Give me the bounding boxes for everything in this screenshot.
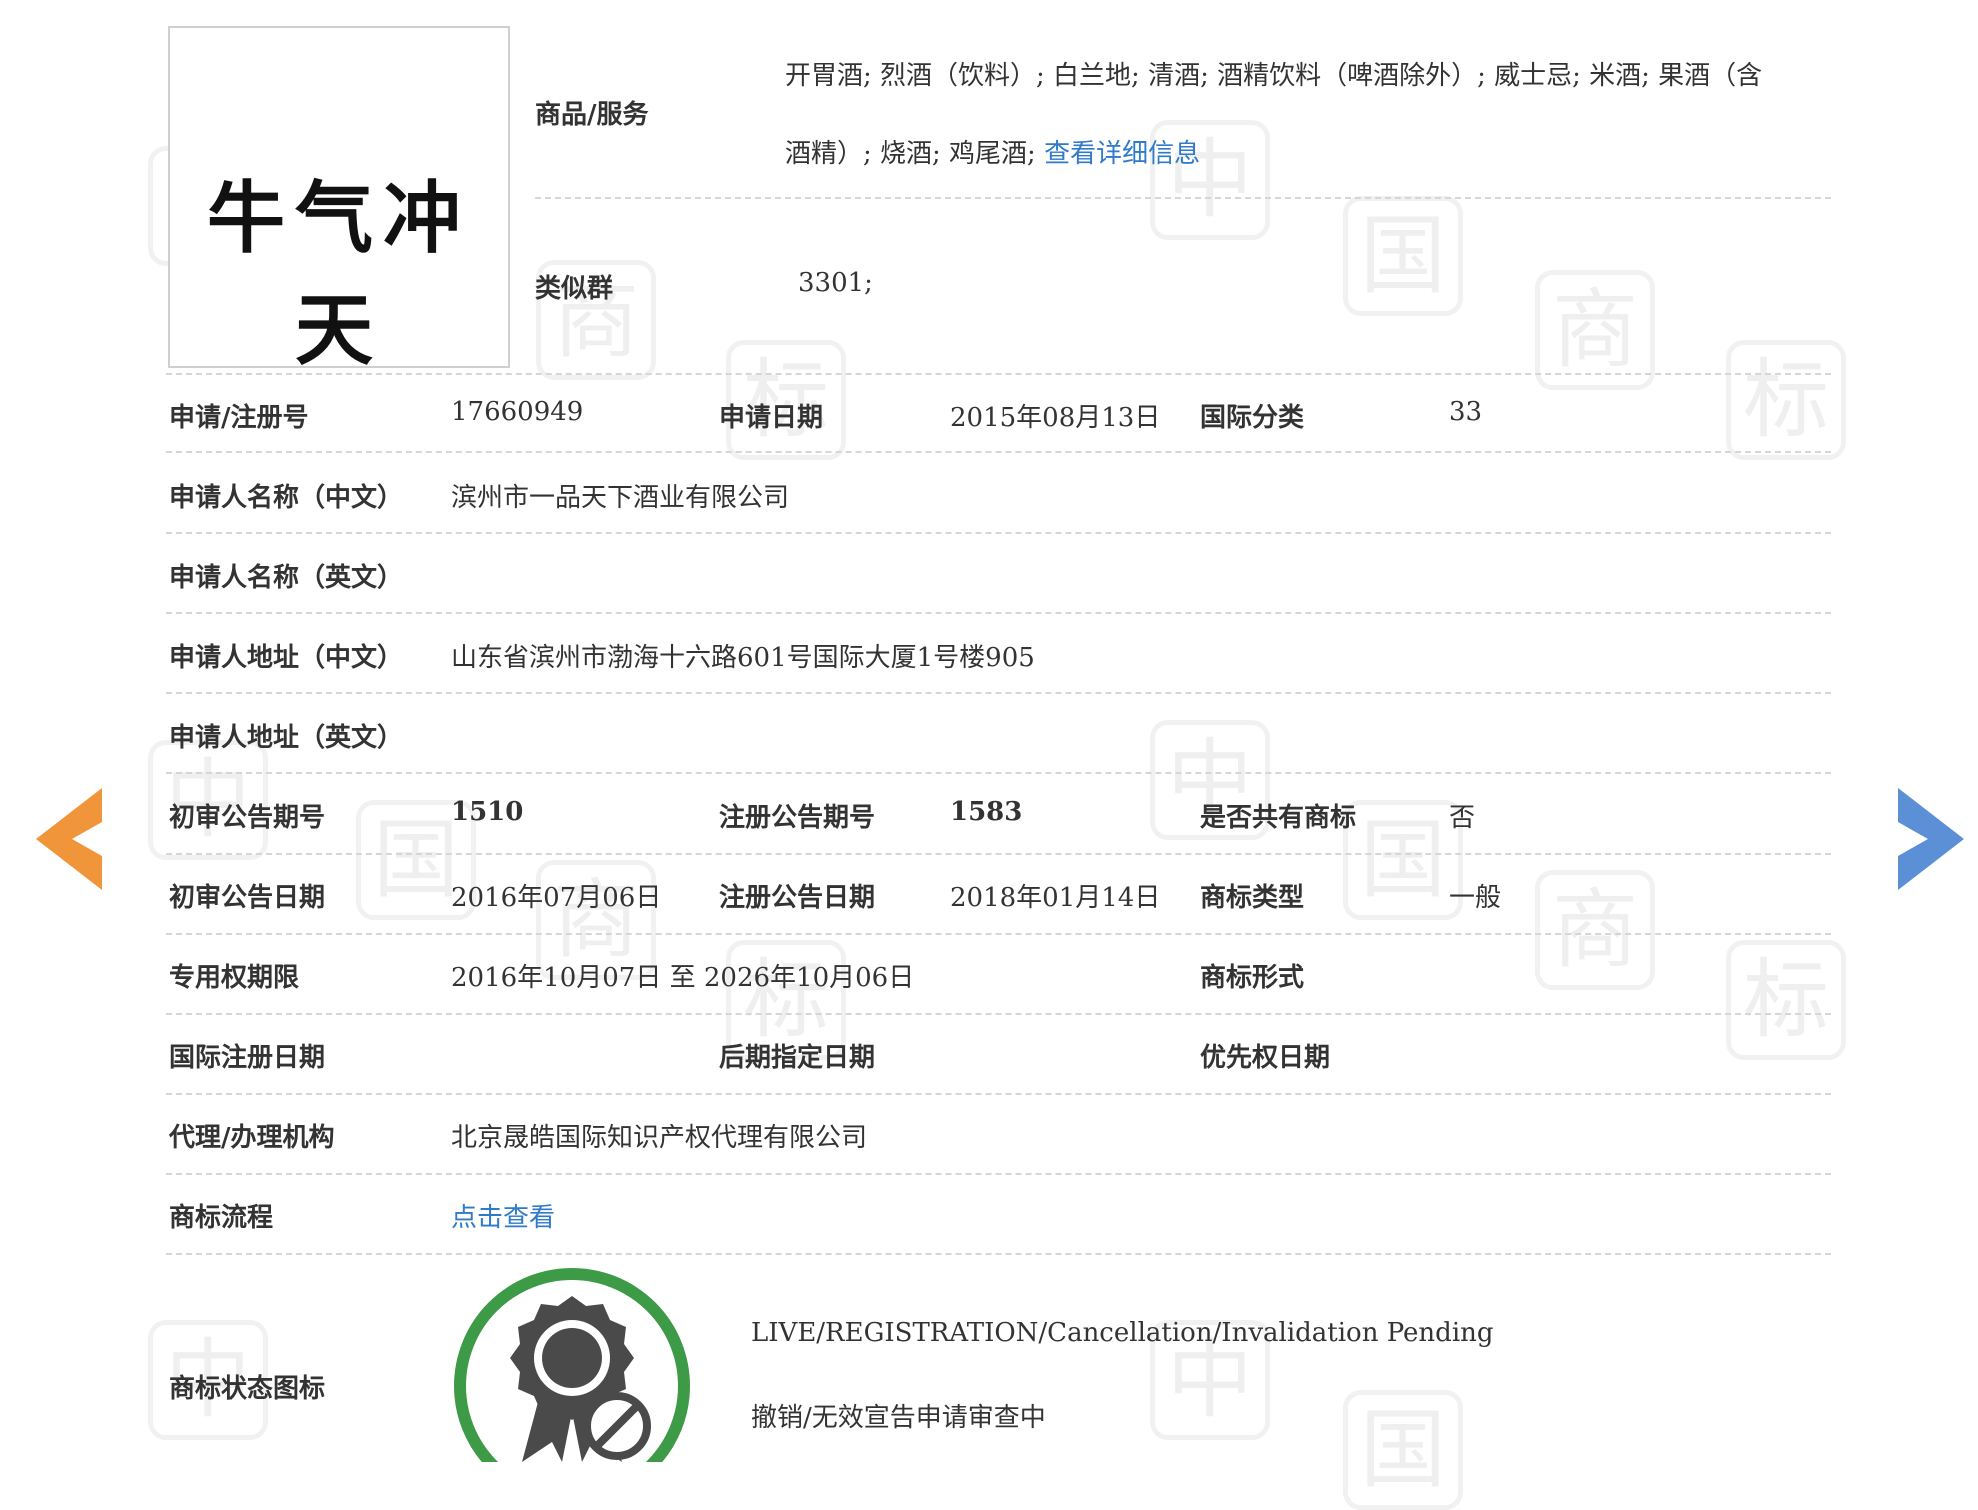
mark-type-value: 一般 (1449, 883, 1502, 913)
goods-text-line2: 酒精）; 烧酒; 鸡尾酒; (785, 139, 1036, 169)
intl-reg-date-label: 国际注册日期 (169, 1043, 326, 1073)
reg-pub-date-value: 2018年01月14日 (950, 883, 1161, 913)
address-cn-label: 申请人地址（中文） (169, 643, 404, 673)
divider (166, 1013, 1831, 1015)
prelim-date-value: 2016年07月06日 (451, 883, 662, 913)
shared-label: 是否共有商标 (1200, 803, 1357, 833)
reg-pub-no-value: 1583 (950, 797, 1023, 827)
divider (166, 1173, 1831, 1175)
app-date-value: 2015年08月13日 (950, 403, 1161, 433)
divider (166, 772, 1831, 774)
divider (166, 692, 1831, 694)
priority-date-label: 优先权日期 (1200, 1043, 1331, 1073)
status-en-text: LIVE/REGISTRATION/Cancellation/Invalidat… (751, 1318, 1494, 1348)
divider (166, 451, 1831, 453)
watermark-tile: 国 (1343, 800, 1463, 920)
divider (166, 933, 1831, 935)
reg-no-value: 17660949 (451, 397, 584, 427)
mark-type-label: 商标类型 (1200, 883, 1305, 913)
watermark-tile: 国 (1343, 196, 1463, 316)
watermark-tile: 标 (1726, 940, 1846, 1060)
reg-no-label: 申请/注册号 (169, 403, 309, 433)
mark-form-label: 商标形式 (1200, 963, 1305, 993)
goods-label: 商品/服务 (535, 100, 649, 130)
exclusive-label: 专用权期限 (169, 963, 300, 993)
trademark-image: 牛气冲天 (168, 26, 510, 376)
watermark-tile: 商 (1535, 270, 1655, 390)
right-arrow-icon (1898, 788, 1964, 890)
view-details-link[interactable]: 查看详细信息 (1044, 139, 1200, 169)
prev-arrow-button[interactable] (36, 788, 102, 894)
divider (166, 612, 1831, 614)
address-en-label: 申请人地址（英文） (169, 723, 404, 753)
intl-class-value: 33 (1449, 397, 1483, 427)
goods-text-line1: 开胃酒; 烈酒（饮料）; 白兰地; 清酒; 酒精饮料（啤酒除外）; 威士忌; 米… (785, 61, 1763, 91)
status-cn-text: 撤销/无效宣告申请审查中 (751, 1403, 1046, 1433)
prelim-date-label: 初审公告日期 (169, 883, 326, 913)
divider (535, 197, 1831, 199)
process-link[interactable]: 点击查看 (451, 1197, 555, 1234)
status-badge-icon (452, 1266, 692, 1504)
reg-pub-date-label: 注册公告日期 (719, 883, 876, 913)
left-arrow-icon (36, 788, 102, 890)
divider (166, 853, 1831, 855)
agent-value: 北京晟皓国际知识产权代理有限公司 (451, 1123, 868, 1153)
app-date-label: 申请日期 (719, 403, 824, 433)
reg-pub-no-label: 注册公告期号 (719, 803, 876, 833)
similar-group-label: 类似群 (535, 274, 614, 304)
applicant-cn-label: 申请人名称（中文） (169, 483, 404, 513)
divider (166, 1093, 1831, 1095)
agent-label: 代理/办理机构 (169, 1123, 335, 1153)
status-icon-label: 商标状态图标 (169, 1374, 326, 1404)
intl-class-label: 国际分类 (1200, 403, 1305, 433)
prelim-no-label: 初审公告期号 (169, 803, 326, 833)
divider (166, 1253, 1831, 1255)
watermark-tile: 标 (1726, 340, 1846, 460)
next-arrow-button[interactable] (1898, 788, 1964, 894)
prelim-no-value: 1510 (451, 797, 524, 827)
watermark-tile: 商 (1535, 870, 1655, 990)
process-label: 商标流程 (169, 1203, 274, 1233)
goods-text-line2-wrap: 酒精）; 烧酒; 鸡尾酒; 查看详细信息 (785, 133, 1200, 170)
shared-value: 否 (1449, 803, 1476, 833)
later-date-label: 后期指定日期 (719, 1043, 876, 1073)
applicant-cn-value: 滨州市一品天下酒业有限公司 (451, 483, 790, 513)
divider (166, 532, 1831, 534)
watermark-tile: 国 (1343, 1390, 1463, 1510)
address-cn-value: 山东省滨州市渤海十六路601号国际大厦1号楼905 (451, 643, 1035, 673)
similar-group-value: 3301; (798, 268, 873, 298)
applicant-en-label: 申请人名称（英文） (169, 563, 404, 593)
trademark-mark-text: 牛气冲天 (206, 174, 471, 376)
exclusive-value: 2016年10月07日 至 2026年10月06日 (451, 963, 915, 993)
